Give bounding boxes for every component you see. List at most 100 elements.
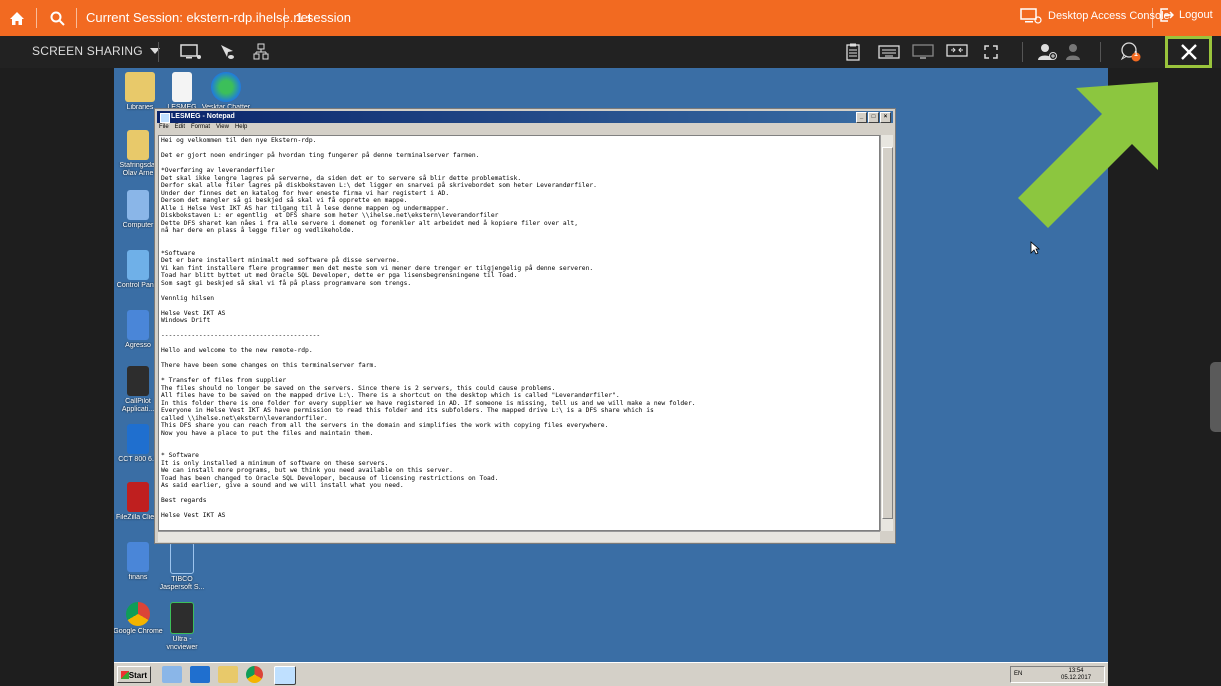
notepad-titlebar[interactable]: LESMEG - Notepad _ □ × xyxy=(157,111,893,123)
screen-sharing-dropdown[interactable]: SCREEN SHARING xyxy=(32,44,161,58)
keyboard-icon xyxy=(878,45,900,59)
side-panel-handle[interactable] xyxy=(1210,362,1221,432)
clock[interactable]: 13:54 05.12.2017 xyxy=(1061,668,1091,682)
divider xyxy=(284,8,285,28)
menu-edit[interactable]: Edit xyxy=(175,124,185,134)
taskbar-notepad[interactable] xyxy=(274,666,296,685)
divider xyxy=(76,8,77,28)
session-count[interactable]: 1 session xyxy=(296,10,351,25)
notification-badge: 1 xyxy=(1134,51,1138,58)
system-tray: EN 13:54 05.12.2017 xyxy=(1010,666,1105,683)
logout-button[interactable]: Logout xyxy=(1160,8,1213,22)
menu-view[interactable]: View xyxy=(216,124,229,134)
taskbar-chrome[interactable] xyxy=(246,666,263,683)
taskbar-explorer[interactable] xyxy=(218,666,238,683)
screen-sharing-toolbar: SCREEN SHARING 1 xyxy=(0,36,1221,68)
search-button[interactable] xyxy=(40,0,74,36)
clipboard-button[interactable] xyxy=(842,42,864,62)
desktop-access-console-button[interactable]: Desktop Access Console xyxy=(1020,8,1170,24)
notepad-window[interactable]: LESMEG - Notepad _ □ × File Edit Format … xyxy=(154,108,896,544)
taskbar-server-manager[interactable] xyxy=(162,666,182,683)
add-user-button[interactable] xyxy=(1036,42,1058,62)
callpilot-icon xyxy=(127,366,149,396)
logout-label: Logout xyxy=(1179,9,1213,21)
notepad-content[interactable]: Hei og velkommen til den nye Ekstern-rdp… xyxy=(159,136,879,521)
agresso-icon xyxy=(127,310,149,340)
notepad-title: LESMEG - Notepad xyxy=(171,113,235,120)
display-icon xyxy=(912,44,934,59)
notepad-menubar: File Edit Format View Help xyxy=(159,124,247,134)
vnc-icon xyxy=(170,602,194,634)
remove-user-button[interactable] xyxy=(1062,42,1084,62)
chat-icon xyxy=(1120,42,1141,62)
network-button[interactable] xyxy=(250,42,272,62)
pointer-button[interactable] xyxy=(216,42,238,62)
vertical-scrollbar[interactable] xyxy=(880,135,893,531)
logout-icon xyxy=(1160,8,1174,22)
windows-logo-icon xyxy=(121,671,129,679)
home-button[interactable] xyxy=(0,0,34,36)
current-session-label[interactable]: Current Session: ekstern-rdp.ihelse.net xyxy=(86,10,311,25)
divider xyxy=(36,8,37,28)
clipboard-icon xyxy=(846,43,860,61)
folder-icon xyxy=(127,130,149,160)
desktop-icon-vncviewer[interactable]: Ultra - vncviewer xyxy=(156,602,208,652)
horizontal-scrollbar[interactable] xyxy=(158,531,880,542)
menu-format[interactable]: Format xyxy=(191,124,210,134)
desktop-icon-label: Ultra - vncviewer xyxy=(166,636,198,651)
mouse-pointer-icon xyxy=(221,45,234,59)
maximize-button[interactable]: □ xyxy=(868,112,879,123)
divider xyxy=(1022,42,1023,62)
session-top-bar: Current Session: ekstern-rdp.ihelse.net … xyxy=(0,0,1221,36)
control-panel-icon xyxy=(127,250,149,280)
gear-icon xyxy=(127,424,149,454)
desktop-icon-tibco[interactable]: TIBCO Jaspersoft S... xyxy=(156,542,208,592)
menu-help[interactable]: Help xyxy=(235,124,247,134)
finans-icon xyxy=(127,542,149,572)
keyboard-button[interactable] xyxy=(878,42,900,62)
user-icon xyxy=(1066,44,1080,60)
monitor-button[interactable] xyxy=(180,42,202,62)
fullscreen-button[interactable] xyxy=(980,42,1002,62)
text-file-icon xyxy=(172,72,192,102)
mouse-cursor-icon xyxy=(1030,241,1041,260)
display-button[interactable] xyxy=(912,42,934,62)
clock-time: 13:54 xyxy=(1068,668,1084,674)
search-icon xyxy=(50,11,65,26)
notepad-text-area[interactable]: Hei og velkommen til den nye Ekstern-rdp… xyxy=(158,135,880,531)
divider xyxy=(158,42,159,62)
folder-icon xyxy=(125,72,155,102)
start-label: Start xyxy=(128,671,147,680)
desktop-icon-label: TIBCO Jaspersoft S... xyxy=(159,576,205,591)
minimize-button[interactable]: _ xyxy=(856,112,867,123)
remote-desktop[interactable]: Libraries LESMEG Vesktar Chatter Stafrin… xyxy=(114,68,1108,686)
notepad-icon xyxy=(160,113,170,123)
taskbar-powershell[interactable] xyxy=(190,666,210,683)
home-icon xyxy=(10,11,24,25)
desktop-icon-vesktar[interactable]: Vesktar Chatter xyxy=(200,72,252,112)
desktop-console-icon xyxy=(1020,8,1042,24)
menu-file[interactable]: File xyxy=(159,124,169,134)
language-indicator[interactable]: EN xyxy=(1014,671,1022,677)
close-session-button[interactable] xyxy=(1165,36,1212,68)
computer-icon xyxy=(127,190,149,220)
divider xyxy=(1152,8,1153,28)
tibco-icon xyxy=(170,542,194,574)
close-icon xyxy=(1180,44,1197,60)
close-window-button[interactable]: × xyxy=(880,112,891,123)
divider xyxy=(1100,42,1101,62)
fit-screen-icon xyxy=(946,44,968,57)
filezilla-icon xyxy=(127,482,149,512)
start-button[interactable]: Start xyxy=(117,666,151,683)
network-icon xyxy=(253,43,269,60)
clock-date: 05.12.2017 xyxy=(1061,675,1092,681)
window-controls: _ □ × xyxy=(856,112,891,123)
network-globe-icon xyxy=(211,72,241,102)
scrollbar-thumb[interactable] xyxy=(882,147,893,519)
fit-screen-button[interactable] xyxy=(946,42,968,62)
windows-taskbar: Start EN 13:54 05.12.2017 xyxy=(114,662,1108,686)
fullscreen-icon xyxy=(984,45,998,59)
chat-button[interactable]: 1 xyxy=(1120,42,1142,62)
screen-sharing-label: SCREEN SHARING xyxy=(32,44,143,58)
chrome-icon xyxy=(126,602,150,626)
